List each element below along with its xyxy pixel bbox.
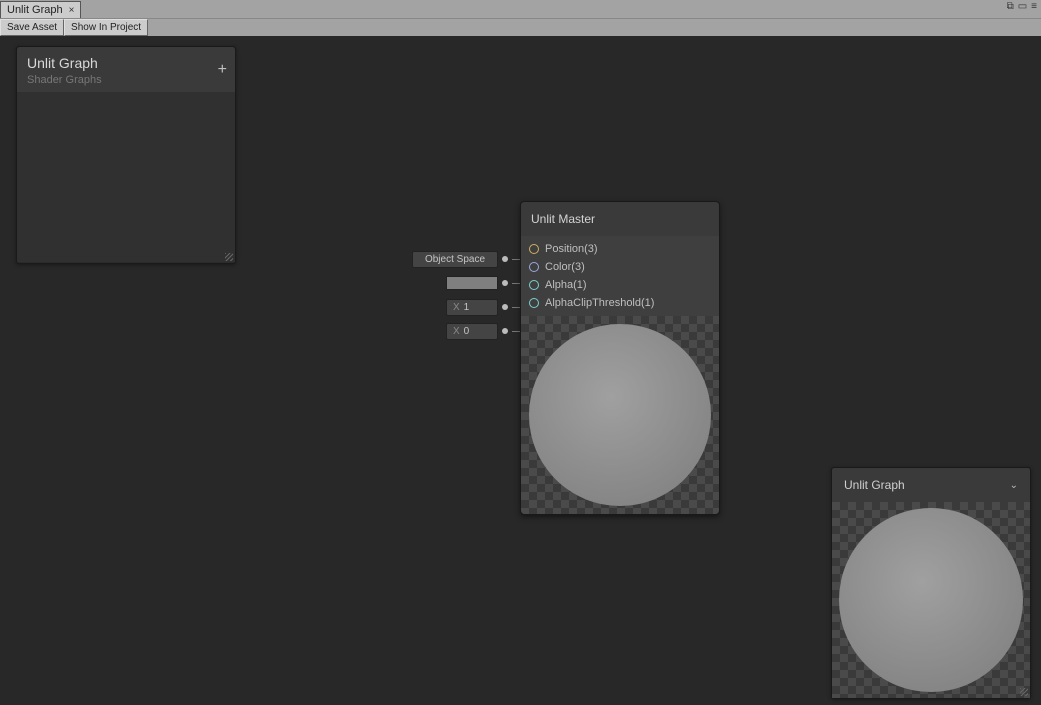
alpha-clip-input[interactable]: X 0	[446, 323, 498, 340]
main-preview-body[interactable]	[832, 502, 1030, 698]
save-asset-button[interactable]: Save Asset	[0, 19, 64, 36]
alpha-input[interactable]: X 1	[446, 299, 498, 316]
port-connector	[502, 304, 508, 310]
resize-handle[interactable]	[1020, 688, 1028, 696]
main-preview-panel[interactable]: Unlit Graph ⌄	[831, 467, 1031, 699]
port-position[interactable]: Position(3)	[521, 240, 719, 258]
field-value: 1	[464, 302, 470, 313]
toolbar: Save Asset Show In Project	[0, 18, 1041, 36]
port-connector	[502, 328, 508, 334]
port-label: AlphaClipThreshold(1)	[545, 297, 654, 309]
port-connector	[502, 280, 508, 286]
plus-icon[interactable]: +	[218, 61, 227, 79]
resize-handle[interactable]	[225, 253, 233, 261]
blackboard-panel[interactable]: Unlit Graph Shader Graphs +	[16, 46, 236, 264]
port-connector	[502, 256, 508, 262]
port-label: Alpha(1)	[545, 279, 587, 291]
tab-title: Unlit Graph	[7, 4, 63, 16]
port-ring-icon[interactable]	[529, 262, 539, 272]
port-ring-icon[interactable]	[529, 244, 539, 254]
blackboard-title: Unlit Graph	[27, 55, 225, 71]
main-preview-title: Unlit Graph	[844, 478, 905, 492]
port-label: Color(3)	[545, 261, 585, 273]
tab-unlit-graph[interactable]: Unlit Graph ×	[0, 1, 81, 18]
preview-sphere	[529, 324, 711, 506]
node-preview[interactable]	[521, 316, 719, 514]
graph-canvas[interactable]: Unlit Graph Shader Graphs + Object Space…	[0, 36, 1041, 705]
dock-icon[interactable]: ⧉	[1007, 1, 1014, 12]
preview-sphere	[839, 508, 1023, 692]
port-label: Position(3)	[545, 243, 598, 255]
blackboard-subtitle: Shader Graphs	[27, 74, 225, 86]
port-alpha[interactable]: Alpha(1)	[521, 276, 719, 294]
port-ring-icon[interactable]	[529, 280, 539, 290]
chevron-down-icon[interactable]: ⌄	[1010, 480, 1018, 491]
blackboard-header[interactable]: Unlit Graph Shader Graphs +	[17, 47, 235, 92]
position-space-dropdown[interactable]: Object Space	[412, 251, 498, 268]
node-inline-inputs: Object Space X 1 X 0	[410, 247, 520, 343]
main-preview-header[interactable]: Unlit Graph ⌄	[832, 468, 1030, 502]
show-in-project-button[interactable]: Show In Project	[64, 19, 148, 36]
close-icon[interactable]: ×	[69, 5, 75, 16]
window-controls: ⧉ ▭ ≡	[1007, 1, 1037, 12]
window-titlebar: Unlit Graph × ⧉ ▭ ≡	[0, 0, 1041, 18]
field-value: 0	[464, 326, 470, 337]
node-ports: Position(3) Color(3) Alpha(1) AlphaClipT…	[521, 236, 719, 316]
unlit-master-node[interactable]: Unlit Master Position(3) Color(3) Alpha(…	[520, 201, 720, 515]
field-prefix: X	[453, 302, 460, 313]
node-title[interactable]: Unlit Master	[521, 202, 719, 236]
max-icon[interactable]: ▭	[1018, 1, 1027, 12]
menu-icon[interactable]: ≡	[1031, 1, 1037, 12]
port-alpha-clip[interactable]: AlphaClipThreshold(1)	[521, 294, 719, 312]
field-prefix: X	[453, 326, 460, 337]
blackboard-body[interactable]	[17, 92, 235, 262]
port-color[interactable]: Color(3)	[521, 258, 719, 276]
color-swatch-input[interactable]	[446, 276, 498, 290]
port-ring-icon[interactable]	[529, 298, 539, 308]
